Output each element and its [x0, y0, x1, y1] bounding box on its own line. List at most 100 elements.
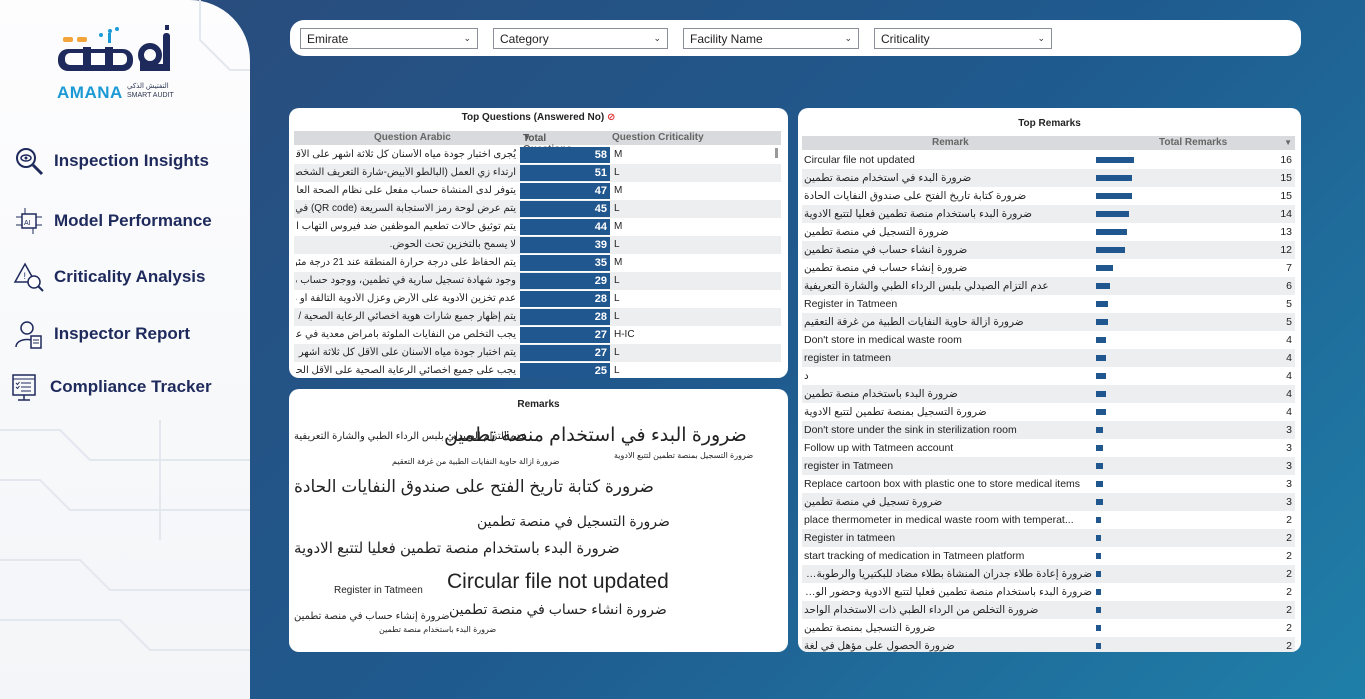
table-row[interactable]: يتم عرض لوحة رمز الاستجابة السريعة (QR c… — [294, 200, 781, 218]
nav-inspector-report[interactable]: Inspector Report — [12, 317, 190, 351]
chevron-down-icon: ⌄ — [844, 33, 852, 43]
remark-text: ضرورة انشاء حساب في منصة تطمين — [804, 244, 968, 256]
table-row[interactable]: عدم تخزين الأدوية على الأرض وعزل الأدوية… — [294, 290, 781, 308]
nav-label: Model Performance — [54, 211, 212, 230]
table-row[interactable]: ضرورة البدء باستخدام منصة تطمين فعليا لت… — [802, 583, 1295, 601]
table-row[interactable]: يتم إظهار جميع شارات هوية أخصائي الرعاية… — [294, 308, 781, 326]
table-row[interactable]: Don't store in medical waste room 4 — [802, 331, 1295, 349]
table-row[interactable]: Register in Tatmeen 5 — [802, 295, 1295, 313]
remark-text: Replace cartoon box with plastic one to … — [804, 478, 1081, 490]
cloud-word[interactable]: Register in Tatmeen — [334, 585, 423, 596]
table-row[interactable]: يجب على جميع أخصائي الرعاية الصحية على ا… — [294, 362, 781, 378]
remark-count: 4 — [1286, 406, 1292, 418]
question-criticality: L — [614, 365, 620, 376]
warning-search-icon: ! — [12, 260, 46, 294]
question-count: 27 — [520, 345, 610, 361]
category-dropdown[interactable]: Category ⌄ — [493, 28, 668, 49]
cloud-word[interactable]: ضرورة انشاء حساب في منصة تطمين — [449, 601, 667, 618]
table-row[interactable]: start tracking of medication in Tatmeen … — [802, 547, 1295, 565]
table-row[interactable]: وجود شهادة تسجيل سارية في تطمين، ووجود ح… — [294, 272, 781, 290]
cloud-word[interactable]: ضرورة كتابة تاريخ الفتح على صندوق النفاي… — [294, 477, 654, 497]
col-question-criticality[interactable]: Question Criticality — [612, 132, 704, 143]
question-criticality: L — [614, 167, 620, 178]
nav-label: Inspection Insights — [54, 151, 209, 170]
remark-count: 7 — [1286, 262, 1292, 274]
nav-compliance-tracker[interactable]: Compliance Tracker — [8, 370, 212, 404]
table-row[interactable]: ضرورة الحصول على مؤهل في لغة 2 — [802, 637, 1295, 652]
table-row[interactable]: يتم توثيق حالات تطعيم الموظفين ضد فيروس … — [294, 218, 781, 236]
table-row[interactable]: ضرورة التسجيل بمنصة تطمين 2 — [802, 619, 1295, 637]
table-row[interactable]: يتم اختبار جودة مياه الأسنان على الأقل ك… — [294, 344, 781, 362]
table-row[interactable]: register in Tatmeen 3 — [802, 457, 1295, 475]
table-row[interactable]: ضرورة البدء باستخدام منصة تطمين 4 — [802, 385, 1295, 403]
sort-desc-icon[interactable]: ▼ — [1284, 138, 1292, 147]
table-row[interactable]: عدم التزام الصيدلي بلبس الرداء الطبي وال… — [802, 277, 1295, 295]
remarks-title: Remarks — [517, 399, 560, 410]
cloud-word[interactable]: عدم التزام الصيدلي بلبس الرداء الطبي وال… — [294, 431, 527, 442]
top-questions-title: Top Questions (Answered No) — [461, 112, 605, 123]
table-row[interactable]: يجب التخلص من النفايات الملوثة بأمراض مع… — [294, 326, 781, 344]
nav-criticality-analysis[interactable]: ! Criticality Analysis — [12, 260, 206, 294]
cloud-word[interactable]: ضرورة التسجيل في منصة تطمين — [477, 513, 670, 530]
table-row[interactable]: يُجرى اختبار جودة مياه الأسنان كل ثلاثة … — [294, 146, 781, 164]
top-remarks-panel: Top Remarks Remark Total Remarks ▼ Circu… — [798, 108, 1301, 652]
table-row[interactable]: ضرورة تسجيل في منصة تطمين 3 — [802, 493, 1295, 511]
cloud-word[interactable]: Circular file not updated — [447, 570, 669, 594]
question-criticality: L — [614, 203, 620, 214]
table-row[interactable]: place thermometer in medical waste room … — [802, 511, 1295, 529]
table-row[interactable]: ضرورة إعادة طلاء جدران المنشأة بطلاء مضا… — [802, 565, 1295, 583]
question-criticality: M — [614, 257, 623, 268]
cloud-word[interactable]: ضرورة البدء باستخدام منصة تطمين — [379, 625, 496, 634]
scrollbar[interactable] — [775, 148, 778, 158]
cloud-word[interactable]: ضرورة إنشاء حساب في منصة تطمين — [294, 611, 450, 622]
table-row[interactable]: register in tatmeen 4 — [802, 349, 1295, 367]
question-text: يتم إظهار جميع شارات هوية أخصائي الرعاية… — [296, 311, 516, 322]
table-row[interactable]: ارتداء زي العمل (البالطو الأبيض-شارة الت… — [294, 164, 781, 182]
table-row[interactable]: ضرورة التسجيل بمنصة تطمين لتتبع الادوية 4 — [802, 403, 1295, 421]
table-row[interactable]: Register in tatmeen 2 — [802, 529, 1295, 547]
table-row[interactable]: يتم الحفاظ على درجة حرارة المنطقة عند 21… — [294, 254, 781, 272]
remark-bar — [1096, 337, 1106, 343]
table-row[interactable]: د4 — [802, 367, 1295, 385]
table-row[interactable]: لا يسمح بالتخزين تحت الحوض. 39 L — [294, 236, 781, 254]
nav-label: Inspector Report — [54, 324, 191, 343]
remark-text: Don't store in medical waste room — [804, 334, 962, 346]
remark-text: ضرورة كتابة تاريخ الفتح على صندوق النفاي… — [804, 190, 1027, 202]
cloud-word[interactable]: ضرورة البدء باستخدام منصة تطمين فعليا لت… — [294, 539, 620, 557]
table-row[interactable]: ضرورة التخلص من الرداء الطبي ذات الاستخد… — [802, 601, 1295, 619]
nav-model-performance[interactable]: AI Model Performance — [12, 204, 212, 238]
nav-inspection-insights[interactable]: Inspection Insights — [12, 144, 209, 178]
cloud-word[interactable]: ضرورة التسجيل بمنصة تطمين لتتبع الادوية — [614, 451, 753, 460]
col-total-remarks[interactable]: Total Remarks — [1159, 137, 1227, 148]
table-row[interactable]: Don't store under the sink in sterilizat… — [802, 421, 1295, 439]
remark-text: ضرورة ازالة حاوية النفايات الطبية من غرف… — [804, 316, 1024, 328]
table-row[interactable]: ضرورة كتابة تاريخ الفتح على صندوق النفاي… — [802, 187, 1295, 205]
remark-bar — [1096, 607, 1101, 613]
question-text: يتم توثيق حالات تطعيم الموظفين ضد فيروس … — [296, 221, 516, 232]
remark-bar — [1096, 355, 1106, 361]
remark-bar — [1096, 517, 1101, 523]
table-row[interactable]: Follow up with Tatmeen account 3 — [802, 439, 1295, 457]
table-row[interactable]: ضرورة انشاء حساب في منصة تطمين 12 — [802, 241, 1295, 259]
table-row[interactable]: ضرورة ازالة حاوية النفايات الطبية من غرف… — [802, 313, 1295, 331]
table-row[interactable]: Circular file not updated 16 — [802, 151, 1295, 169]
top-remarks-title: Top Remarks — [1018, 118, 1081, 129]
question-criticality: L — [614, 239, 620, 250]
emirate-dropdown[interactable]: Emirate ⌄ — [300, 28, 478, 49]
remark-count: 3 — [1286, 442, 1292, 454]
remark-text: ضرورة البدء في استخدام منصة تطمين — [804, 172, 972, 184]
col-question-arabic[interactable]: Question Arabic — [374, 132, 451, 143]
table-row[interactable]: ضرورة التسجيل في منصة تطمين 13 — [802, 223, 1295, 241]
table-row[interactable]: يتوفر لدى المنشأة حساب مفعل على نظام الص… — [294, 182, 781, 200]
table-row[interactable]: ضرورة البدء في استخدام منصة تطمين 15 — [802, 169, 1295, 187]
remark-bar — [1096, 409, 1106, 415]
criticality-dropdown[interactable]: Criticality ⌄ — [874, 28, 1052, 49]
table-row[interactable]: ضرورة البدء باستخدام منصة تطمين فعليا لت… — [802, 205, 1295, 223]
facility-name-dropdown[interactable]: Facility Name ⌄ — [683, 28, 859, 49]
question-text: يتم عرض لوحة رمز الاستجابة السريعة (QR c… — [296, 203, 516, 214]
table-row[interactable]: Replace cartoon box with plastic one to … — [802, 475, 1295, 493]
cloud-word[interactable]: ضرورة ازالة حاوية النفايات الطبية من غرف… — [392, 457, 559, 466]
table-row[interactable]: ضرورة إنشاء حساب في منصة تطمين 7 — [802, 259, 1295, 277]
col-remark[interactable]: Remark — [932, 137, 969, 148]
remark-bar — [1096, 391, 1106, 397]
